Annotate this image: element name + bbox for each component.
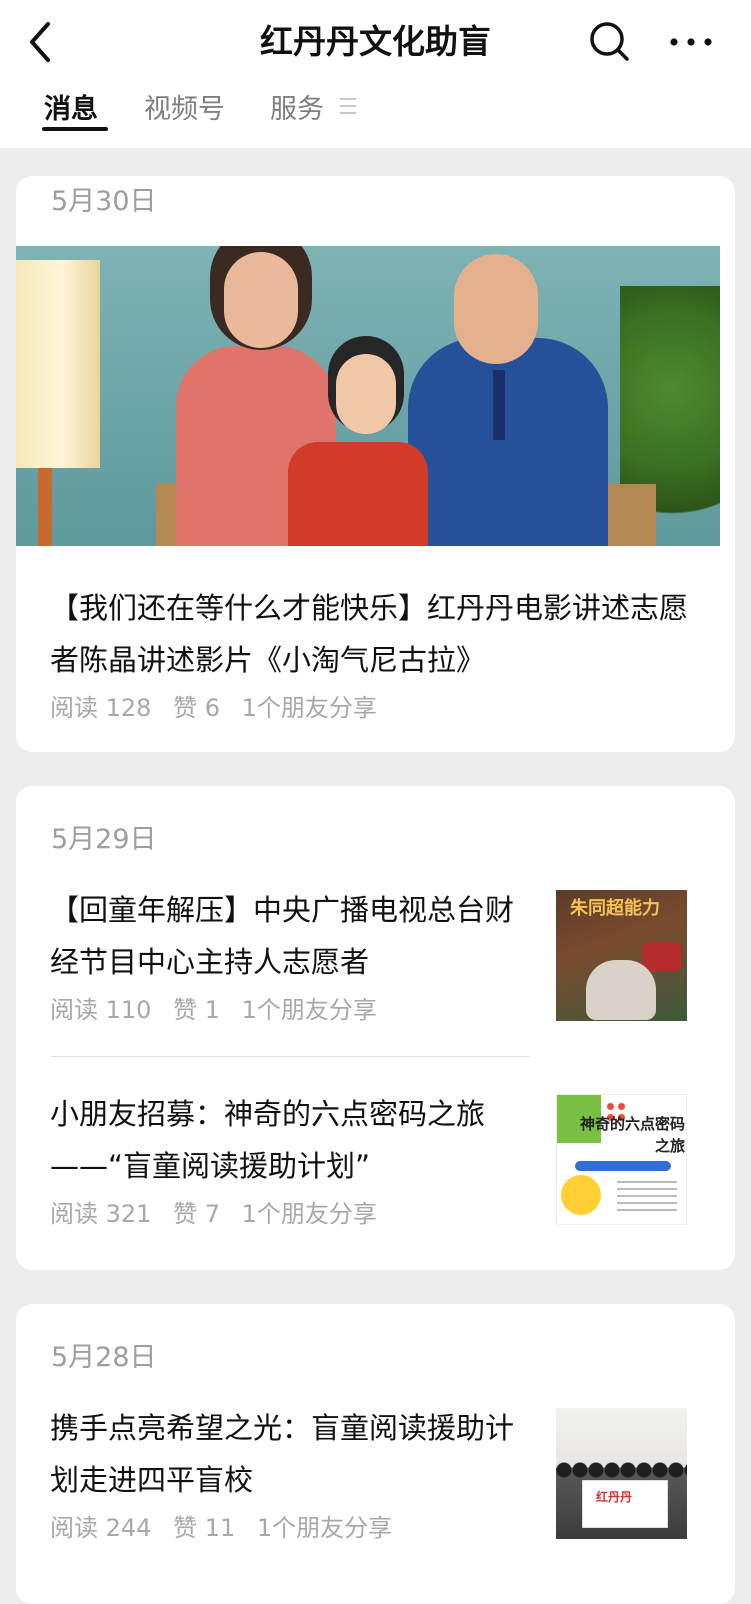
tab-bar: 消息 视频号 服务 <box>0 85 751 148</box>
page-title: 红丹丹文化助盲 <box>260 22 491 61</box>
divider <box>50 1056 530 1057</box>
article-item[interactable]: 【我们还在等什么才能快乐】红丹丹电影讲述志愿者陈晶讲述影片《小淘气尼古拉》 阅读… <box>16 546 735 726</box>
article-cover-image[interactable] <box>16 246 720 546</box>
share-info: 1个朋友分享 <box>241 1200 377 1228</box>
article-item[interactable]: 小朋友招募：神奇的六点密码之旅——“盲童阅读援助计划” 阅读 321 赞 7 1… <box>16 1080 735 1270</box>
article-title: 【回童年解压】中央广播电视总台财经节目中心主持人志愿者 <box>50 893 515 979</box>
thumbnail-caption: 神奇的六点密码之旅 <box>579 1115 685 1155</box>
like-count: 赞 6 <box>173 694 220 722</box>
message-date: 5月28日 <box>51 1342 157 1373</box>
thumbnail-caption: 朱同超能力 <box>570 898 660 919</box>
read-count: 阅读 321 <box>50 1200 152 1228</box>
share-info: 1个朋友分享 <box>256 1514 393 1542</box>
tab-channels[interactable]: 视频号 <box>144 85 225 135</box>
message-date: 5月30日 <box>51 186 157 217</box>
like-count: 赞 7 <box>173 1200 220 1228</box>
read-count: 阅读 244 <box>50 1514 152 1542</box>
article-thumbnail[interactable]: 红丹丹 <box>556 1408 687 1539</box>
share-info: 1个朋友分享 <box>241 996 377 1024</box>
message-card: 5月28日 携手点亮希望之光：盲童阅读援助计划走进四平盲校 阅读 244 赞 1… <box>16 1304 735 1604</box>
read-count: 阅读 128 <box>50 694 152 722</box>
article-title: 携手点亮希望之光：盲童阅读援助计划走进四平盲校 <box>50 1411 515 1497</box>
active-tab-indicator <box>42 127 108 131</box>
search-button[interactable] <box>585 16 635 68</box>
message-card: 5月29日 【回童年解压】中央广播电视总台财经节目中心主持人志愿者 阅读 110… <box>16 786 735 1270</box>
message-card: 5月30日 【我们还在等什么才能快乐】红丹丹电影讲述志愿者陈晶讲述影片《小淘气尼… <box>16 176 735 752</box>
tab-services-label: 服务 <box>270 94 324 125</box>
article-title: 小朋友招募：神奇的六点密码之旅——“盲童阅读援助计划” <box>50 1097 486 1183</box>
article-thumbnail[interactable]: 神奇的六点密码之旅 <box>556 1094 687 1225</box>
back-button[interactable] <box>22 14 62 70</box>
article-title: 【我们还在等什么才能快乐】红丹丹电影讲述志愿者陈晶讲述影片《小淘气尼古拉》 <box>50 591 689 677</box>
article-stats: 阅读 128 赞 6 1个朋友分享 <box>50 690 701 726</box>
thumbnail-caption: 红丹丹 <box>596 1490 633 1504</box>
article-item[interactable]: 【回童年解压】中央广播电视总台财经节目中心主持人志愿者 阅读 110 赞 1 1… <box>16 876 735 1080</box>
like-count: 赞 11 <box>173 1514 236 1542</box>
search-icon <box>590 22 629 61</box>
message-date: 5月29日 <box>51 824 157 855</box>
services-menu-icon <box>340 98 356 118</box>
tab-services[interactable]: 服务 <box>270 85 324 135</box>
article-thumbnail[interactable]: 朱同超能力 <box>556 890 687 1021</box>
article-stats: 阅读 110 赞 1 1个朋友分享 <box>50 992 530 1028</box>
article-stats: 阅读 321 赞 7 1个朋友分享 <box>50 1196 530 1232</box>
share-info: 1个朋友分享 <box>241 694 377 722</box>
like-count: 赞 1 <box>173 996 220 1024</box>
read-count: 阅读 110 <box>50 996 152 1024</box>
more-horizontal-icon <box>670 38 712 46</box>
message-feed: 5月30日 【我们还在等什么才能快乐】红丹丹电影讲述志愿者陈晶讲述影片《小淘气尼… <box>16 176 735 1604</box>
article-item[interactable]: 携手点亮希望之光：盲童阅读援助计划走进四平盲校 阅读 244 赞 11 1个朋友… <box>16 1394 735 1604</box>
more-button[interactable] <box>666 22 716 62</box>
top-navigation-bar: 红丹丹文化助盲 <box>0 0 751 85</box>
article-stats: 阅读 244 赞 11 1个朋友分享 <box>50 1510 530 1546</box>
chevron-left-icon <box>30 22 50 62</box>
